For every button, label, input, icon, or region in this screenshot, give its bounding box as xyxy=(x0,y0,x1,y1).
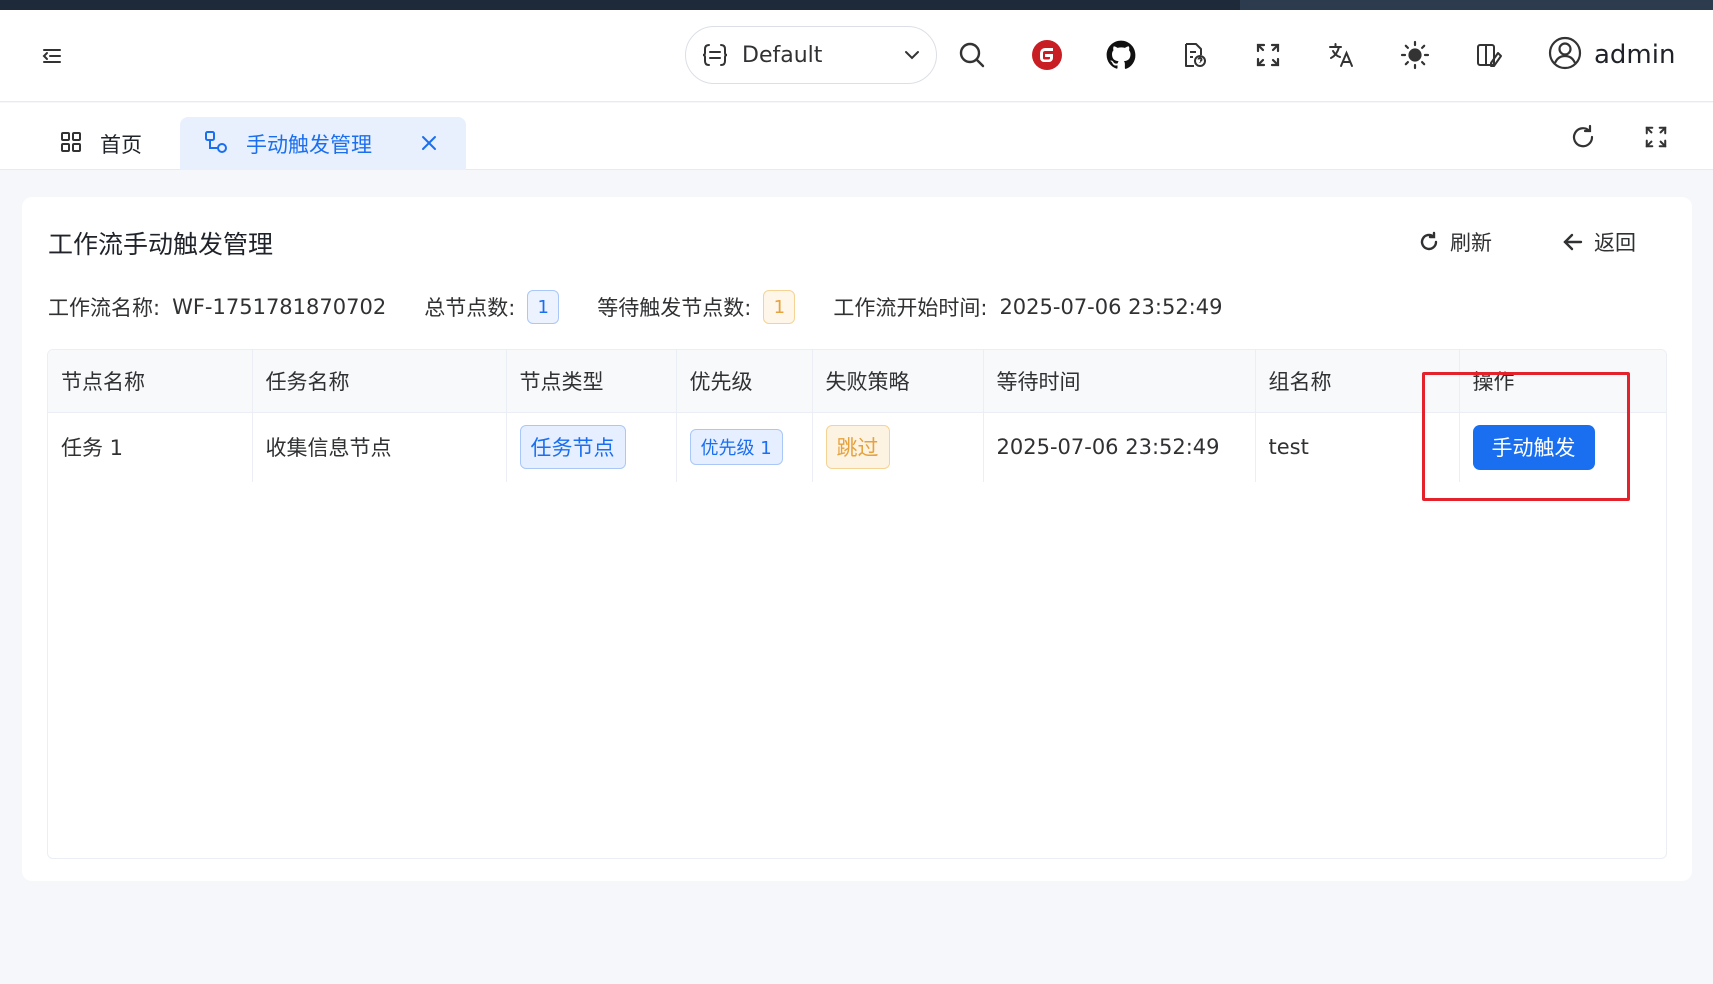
waiting-nodes-label: 等待触发节点数: xyxy=(597,296,752,320)
translate-icon[interactable] xyxy=(1324,38,1358,72)
close-icon[interactable] xyxy=(418,132,440,154)
back-label: 返回 xyxy=(1594,231,1636,255)
maximize-content-icon[interactable] xyxy=(1639,120,1673,154)
task-name-cell: 收集信息节点 xyxy=(252,412,507,482)
workflow-icon xyxy=(204,130,228,158)
column-header: 节点类型 xyxy=(506,350,677,413)
namespace-select[interactable]: Default xyxy=(685,26,937,84)
total-nodes-group: 总节点数: 1 xyxy=(424,290,560,324)
column-header: 任务名称 xyxy=(252,350,507,413)
fullscreen-icon[interactable] xyxy=(1251,38,1285,72)
tab-manual-trigger[interactable]: 手动触发管理 xyxy=(180,117,466,170)
total-nodes-label: 总节点数: xyxy=(424,296,516,320)
arrow-left-icon xyxy=(1563,233,1583,251)
refresh-button[interactable]: 刷新 xyxy=(1418,227,1492,257)
waiting-nodes-badge: 1 xyxy=(763,290,796,324)
column-header: 节点名称 xyxy=(48,350,253,413)
back-button[interactable]: 返回 xyxy=(1562,227,1636,257)
column-header: 优先级 xyxy=(676,350,813,413)
dashboard-icon xyxy=(60,131,82,157)
node-type-cell: 任务节点 xyxy=(506,412,677,482)
namespace-icon xyxy=(700,40,730,70)
total-nodes-badge: 1 xyxy=(527,290,560,324)
tab-home[interactable]: 首页 xyxy=(48,117,154,170)
start-time-value: 2025-07-06 23:52:49 xyxy=(999,295,1223,319)
namespace-value: Default xyxy=(742,42,823,68)
priority-tag: 优先级 1 xyxy=(689,429,783,466)
github-icon[interactable] xyxy=(1104,38,1138,72)
workflow-info: 工作流名称: WF-1751781870702 总节点数: 1 等待触发节点数:… xyxy=(48,290,1260,324)
fail-strategy-tag: 跳过 xyxy=(825,425,890,470)
chevron-down-icon xyxy=(902,45,922,65)
search-icon[interactable] xyxy=(955,38,989,72)
node-type-tag: 任务节点 xyxy=(519,425,626,470)
top-header: Default admin xyxy=(0,10,1713,102)
window-top-strip xyxy=(0,0,1713,10)
tab-active-label: 手动触发管理 xyxy=(246,132,372,157)
highlight-annotation xyxy=(1422,372,1630,501)
workflow-name-group: 工作流名称: WF-1751781870702 xyxy=(48,292,386,322)
workflow-name-label: 工作流名称: xyxy=(48,296,161,320)
tab-home-label: 首页 xyxy=(100,132,142,157)
layout-setting-icon[interactable] xyxy=(1472,38,1506,72)
tabs-bar: 首页 手动触发管理 xyxy=(0,103,1713,170)
sun-theme-icon[interactable] xyxy=(1398,38,1432,72)
fail-strategy-cell: 跳过 xyxy=(812,412,984,482)
reload-tab-icon[interactable] xyxy=(1566,120,1600,154)
doc-help-icon[interactable] xyxy=(1177,38,1211,72)
column-header: 失败策略 xyxy=(812,350,984,413)
gitee-icon[interactable] xyxy=(1030,38,1064,72)
workflow-name-value: WF-1751781870702 xyxy=(172,295,387,319)
user-menu[interactable]: admin xyxy=(1548,34,1675,76)
menu-collapse-icon[interactable] xyxy=(40,44,64,68)
username: admin xyxy=(1594,40,1676,70)
refresh-label: 刷新 xyxy=(1450,231,1492,255)
page-title: 工作流手动触发管理 xyxy=(48,230,274,259)
user-avatar-icon xyxy=(1548,36,1582,74)
start-time-label: 工作流开始时间: xyxy=(833,296,988,320)
start-time-group: 工作流开始时间: 2025-07-06 23:52:49 xyxy=(833,292,1222,322)
wait-time-cell: 2025-07-06 23:52:49 xyxy=(983,412,1256,482)
content-card: 工作流手动触发管理 刷新 返回 工作流名称: WF-1751781870702 … xyxy=(22,197,1692,881)
priority-cell: 优先级 1 xyxy=(676,412,813,482)
refresh-icon xyxy=(1420,231,1438,251)
column-header: 等待时间 xyxy=(983,350,1256,413)
node-name-cell: 任务 1 xyxy=(48,412,253,482)
waiting-nodes-group: 等待触发节点数: 1 xyxy=(597,290,796,324)
